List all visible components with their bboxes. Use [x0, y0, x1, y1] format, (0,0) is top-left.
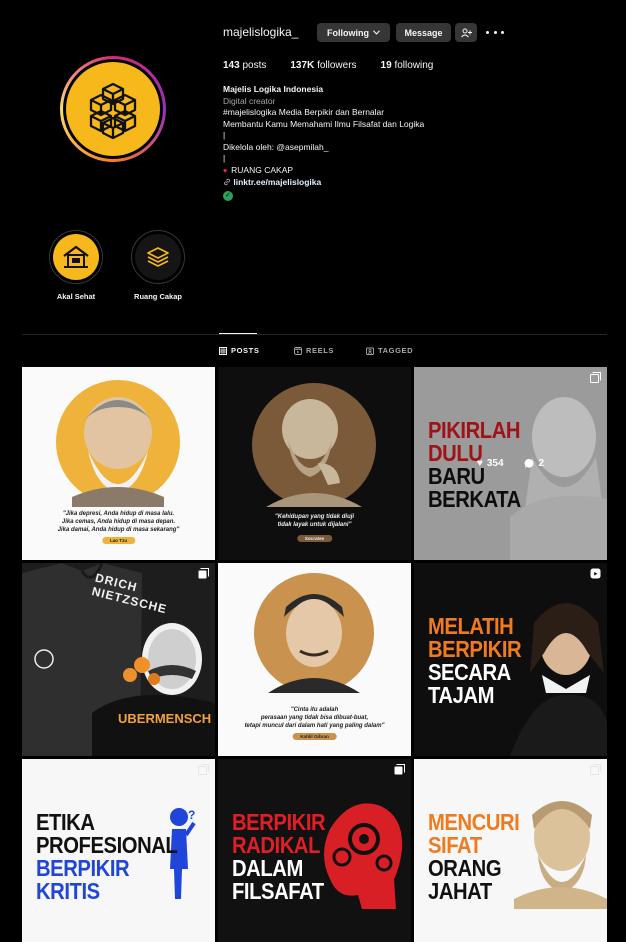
- author-pill: Socrates: [296, 535, 333, 542]
- svg-text:?: ?: [188, 808, 195, 822]
- highlight-label: Akal Sehat: [56, 292, 96, 301]
- headline-line: RADIKAL: [232, 832, 320, 858]
- post-tile[interactable]: PIKIRLAH DULU BARU BERKATA ♥ 354 2: [414, 367, 607, 560]
- bio-line: ♥ RUANG CAKAP: [223, 164, 294, 175]
- headline-line: PROFESIONAL: [36, 832, 178, 858]
- chevron-down-icon: [373, 30, 380, 35]
- profile-category: Digital creator: [223, 95, 276, 106]
- bio-line: #majelislogika Media Berpikir dan Bernal…: [223, 107, 385, 117]
- profile-avatar[interactable]: [60, 56, 166, 162]
- quote-line: Jika damai, Anda hidup di masa sekarang": [57, 527, 180, 533]
- multi-image-icon: [198, 764, 209, 775]
- quote-line: "Cinta itu adalah: [290, 707, 339, 713]
- verified-check-icon: ✓: [223, 190, 233, 201]
- tabs-divider: [22, 334, 607, 335]
- headline-line: MENCURI: [428, 809, 520, 835]
- multi-image-icon: [198, 568, 209, 579]
- multi-image-icon: [590, 372, 601, 383]
- headline-line: ORANG: [428, 855, 502, 881]
- tab-tagged[interactable]: TAGGED: [366, 346, 413, 355]
- hover-overlay: ♥ 354 2: [414, 367, 607, 560]
- quote-line: Jika cemas, Anda hidup di masa depan.: [61, 519, 176, 525]
- headline-line: KRITIS: [36, 878, 100, 904]
- profile-username: majelislogika_: [223, 25, 299, 39]
- cubes-logo-icon: [66, 62, 160, 156]
- headline-line: TAJAM: [428, 682, 495, 708]
- headline-line: SECARA: [428, 659, 511, 685]
- bio-line: |: [223, 130, 226, 140]
- post-tile[interactable]: MELATIH BERPIKIR SECARA TAJAM: [414, 563, 607, 756]
- post-tile[interactable]: "Cinta itu adalah perasaan yang tidak bi…: [218, 563, 411, 756]
- tagged-icon: [366, 347, 374, 355]
- headline-line: ETIKA: [36, 809, 95, 835]
- headline-line: FILSAFAT: [232, 878, 324, 904]
- following-label: Following: [327, 27, 369, 38]
- highlight-label: Ruang Cakap: [134, 292, 182, 301]
- bio-line: |: [223, 153, 226, 163]
- heart-icon: ♥: [476, 458, 483, 469]
- comment-count: 2: [524, 458, 544, 469]
- comment-icon: [524, 458, 534, 468]
- tab-posts[interactable]: POSTS: [219, 346, 259, 355]
- heart-icon: ♥: [223, 167, 228, 175]
- multi-image-icon: [590, 764, 601, 775]
- author-pill: Kahlil Gibran: [292, 733, 337, 740]
- grid-icon: [219, 346, 227, 355]
- post-tile[interactable]: "Jika depresi, Anda hidup di masa lalu. …: [22, 367, 215, 560]
- active-tab-indicator: [219, 333, 257, 334]
- tshirt-subtitle: UBERMENSCH: [118, 711, 212, 726]
- message-label: Message: [404, 27, 443, 38]
- highlight-akal-sehat[interactable]: Akal Sehat: [41, 230, 111, 301]
- add-person-icon: [461, 28, 472, 37]
- quote-line: perasaan yang tidak bisa dibuat-buat,: [260, 715, 369, 721]
- post-tile[interactable]: BERPIKIR RADIKAL DALAM FILSAFAT: [218, 759, 411, 942]
- bio-line: Dikelola oleh: @asepmilah_: [223, 141, 329, 152]
- headline-line: BERPIKIR: [232, 809, 326, 835]
- headline-line: SIFAT: [428, 832, 482, 858]
- post-tile[interactable]: MENCURI SIFAT ORANG JAHAT: [414, 759, 607, 942]
- message-button[interactable]: Message: [396, 23, 451, 42]
- post-tile[interactable]: DRICH NIETZSCHE UBERMENSCH: [22, 563, 215, 756]
- suggest-people-button[interactable]: [455, 23, 477, 42]
- stat-followers[interactable]: 137K followers: [290, 60, 356, 71]
- profile-full-name: Majelis Logika Indonesia: [223, 84, 324, 94]
- headline-line: DALAM: [232, 855, 303, 881]
- house-icon: [53, 234, 99, 280]
- like-count: ♥ 354: [476, 458, 504, 469]
- bio-link[interactable]: linktr.ee/majelislogika: [223, 177, 603, 189]
- link-icon: [224, 178, 230, 186]
- following-button[interactable]: Following: [317, 23, 390, 42]
- profile-stats: 143 posts 137K followers 19 following: [223, 60, 457, 71]
- author-pill: Lao Tzu: [101, 537, 136, 544]
- stat-following[interactable]: 19 following: [381, 60, 434, 71]
- quote-line: tidak layak untuk dijalani": [277, 522, 352, 528]
- headline-line: JAHAT: [428, 878, 492, 904]
- stack-icon: [135, 234, 181, 280]
- post-tile[interactable]: "Kehidupan yang tidak diuji tidak layak …: [218, 367, 411, 560]
- stat-posts: 143 posts: [223, 60, 267, 71]
- headline-line: BERPIKIR: [36, 855, 130, 881]
- tab-reels[interactable]: REELS: [294, 346, 334, 355]
- highlight-ruang-cakap[interactable]: Ruang Cakap: [123, 230, 193, 301]
- reels-icon: [294, 346, 302, 355]
- quote-line: tetapi muncul dari dalam hati yang palin…: [244, 723, 385, 729]
- headline-line: MELATIH: [428, 613, 514, 639]
- headline-line: BERPIKIR: [428, 636, 522, 662]
- post-tile[interactable]: ? ETIKA PROFESIONAL BERPIKIR KRITIS: [22, 759, 215, 942]
- quote-line: "Jika depresi, Anda hidup di masa lalu.: [62, 511, 175, 517]
- bio-line: Membantu Kamu Memahami Ilmu Filsafat dan…: [223, 118, 425, 129]
- profile-bio: Majelis Logika Indonesia Digital creator…: [223, 84, 603, 201]
- quote-line: "Kehidupan yang tidak diuji: [274, 514, 355, 520]
- multi-image-icon: [394, 764, 405, 775]
- portrait-illustration: [252, 383, 376, 507]
- reel-icon: [590, 568, 601, 579]
- more-options-icon[interactable]: [486, 25, 504, 39]
